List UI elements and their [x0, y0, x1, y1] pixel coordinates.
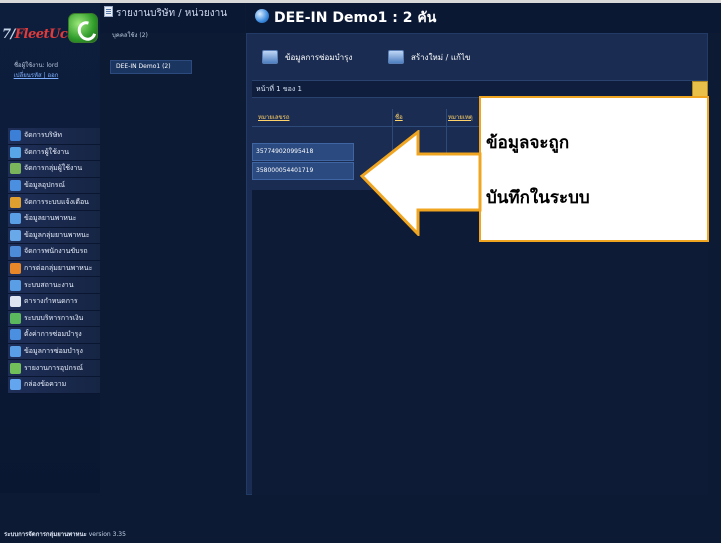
- status-icon: [10, 279, 21, 291]
- sidebar-item[interactable]: ตั้งค่าการซ่อมบำรุง: [8, 327, 100, 344]
- breadcrumb: รายงานบริษัท / หน่วยงาน: [104, 6, 227, 21]
- finance-icon: [10, 312, 21, 324]
- table-row[interactable]: 358000054401719: [252, 162, 354, 180]
- refresh-icon[interactable]: [68, 13, 98, 43]
- sidebar-item-label: กล่องข้อความ: [24, 380, 67, 389]
- tab-maintenance-info[interactable]: ข้อมูลการซ่อมบำรุง: [262, 44, 352, 70]
- vehicle-icon: [10, 213, 21, 225]
- sidebar-item[interactable]: ข้อมูลยานพาหนะ: [8, 210, 100, 228]
- footer-version: ระบบการจัดการกลุ่มยานพาหนะ version 3.35: [4, 531, 126, 538]
- sidebar-item-label: ตารางกำหนดการ: [24, 297, 78, 306]
- sidebar-item-label: ข้อมูลยานพาหนะ: [24, 214, 77, 223]
- sidebar-menu: จัดการบริษัทจัดการผู้ใช้งานจัดการกลุ่มผู…: [8, 128, 100, 394]
- account-links[interactable]: เปลี่ยนรหัส | ออก: [6, 70, 66, 80]
- sidebar-item[interactable]: จัดการกลุ่มผู้ใช้งาน: [8, 161, 100, 178]
- sidebar-item[interactable]: ข้อมูลกลุ่มยานพาหนะ: [8, 227, 100, 245]
- sidebar-item-label: จัดการพนักงานขับรถ: [24, 247, 88, 256]
- sidebar-item-label: การต่อกลุ่มยานพาหนะ: [24, 264, 93, 273]
- sidebar: 7/FleetUcate ชื่อผู้ใช้งาน: lord เปลี่ยน…: [0, 3, 100, 493]
- user-icon: [10, 146, 21, 158]
- sidebar-item[interactable]: กล่องข้อความ: [8, 376, 100, 394]
- page-title: DEE-IN Demo1 : 2 คัน: [274, 10, 437, 26]
- sidebar-item[interactable]: ข้อมูลอุปกรณ์: [8, 177, 100, 195]
- alert-icon: [10, 196, 21, 208]
- annotation-callout: [479, 96, 709, 242]
- maintenance-icon: [10, 346, 21, 358]
- sidebar-item-label: ข้อมูลการซ่อมบำรุง: [24, 347, 83, 356]
- settings-icon: [10, 329, 21, 341]
- sidebar-item-label: จัดการผู้ใช้งาน: [24, 147, 69, 156]
- edit-icon: [388, 50, 404, 64]
- tab-bar: ข้อมูลการซ่อมบำรุง สร้างใหม่ / แก้ไข: [252, 44, 502, 70]
- sidebar-item-label: จัดการบริษัท: [24, 131, 63, 140]
- tab-label: ข้อมูลการซ่อมบำรุง: [285, 52, 353, 62]
- report-icon: [10, 362, 21, 374]
- sidebar-item[interactable]: ระบบสถานะงาน: [8, 277, 100, 294]
- driver-icon: [10, 246, 21, 258]
- pagination-text: หน้าที่ 1 ของ 1: [256, 85, 302, 93]
- sidebar-item-label: ระบบบริหารการเงิน: [24, 313, 84, 322]
- device-icon: [10, 180, 21, 192]
- tab-create-edit[interactable]: สร้างใหม่ / แก้ไข: [388, 44, 470, 70]
- table-row[interactable]: 357749020995418: [252, 143, 354, 161]
- document-icon: [104, 6, 113, 17]
- sidebar-item-label: ข้อมูลอุปกรณ์: [24, 181, 66, 190]
- sidebar-item-label: รายงานการอุปกรณ์: [24, 363, 83, 372]
- app-window: 7/FleetUcate ชื่อผู้ใช้งาน: lord เปลี่ยน…: [0, 0, 721, 543]
- sidebar-item-label: ตั้งค่าการซ่อมบำรุง: [24, 330, 82, 339]
- sidebar-item-label: ข้อมูลกลุ่มยานพาหนะ: [24, 230, 90, 239]
- message-icon: [10, 379, 21, 391]
- org-count-label: บุคคลใช้ง (2): [112, 32, 148, 39]
- callout-text-line2: บันทึกในระบบ: [486, 188, 590, 208]
- callout-text-line1: ข้อมูลจะถูก: [486, 133, 570, 153]
- column-header-name[interactable]: ชื่อ: [395, 112, 403, 122]
- tab-label: สร้างใหม่ / แก้ไข: [411, 52, 471, 62]
- left-arrow-icon: [360, 130, 482, 236]
- user-group-icon: [10, 163, 21, 175]
- vehicle-group-icon: [10, 229, 21, 241]
- sidebar-item-label: ระบบสถานะงาน: [24, 280, 74, 289]
- company-icon: [10, 130, 21, 142]
- globe-icon: [255, 9, 269, 23]
- sidebar-item[interactable]: การต่อกลุ่มยานพาหนะ: [8, 260, 100, 278]
- sidebar-item[interactable]: ข้อมูลการซ่อมบำรุง: [8, 343, 100, 361]
- sidebar-item[interactable]: ตารางกำหนดการ: [8, 293, 100, 311]
- username-label: ชื่อผู้ใช้งาน: lord: [13, 62, 59, 69]
- sidebar-item[interactable]: ระบบบริหารการเงิน: [8, 310, 100, 328]
- sidebar-item[interactable]: จัดการระบบแจ้งเตือน: [8, 194, 100, 211]
- sidebar-item-label: จัดการกลุ่มผู้ใช้งาน: [24, 164, 83, 173]
- sidebar-item-label: จัดการระบบแจ้งเตือน: [24, 197, 89, 206]
- sidebar-item[interactable]: จัดการบริษัท: [8, 128, 100, 145]
- column-header-vehicle-id[interactable]: หมายเลขรถ: [258, 112, 289, 122]
- sidebar-item[interactable]: รายงานการอุปกรณ์: [8, 360, 100, 377]
- link-icon: [10, 263, 21, 275]
- logo: 7/FleetUcate: [2, 7, 100, 67]
- sidebar-item[interactable]: จัดการพนักงานขับรถ: [8, 244, 100, 261]
- calendar-icon: [10, 296, 21, 308]
- scroll-button[interactable]: [692, 81, 708, 97]
- sidebar-item[interactable]: จัดการผู้ใช้งาน: [8, 144, 100, 162]
- maintenance-icon: [262, 50, 278, 64]
- column-header-note[interactable]: หมายเหตุ: [448, 112, 473, 122]
- org-list-item[interactable]: DEE-IN Demo1 (2): [110, 60, 192, 74]
